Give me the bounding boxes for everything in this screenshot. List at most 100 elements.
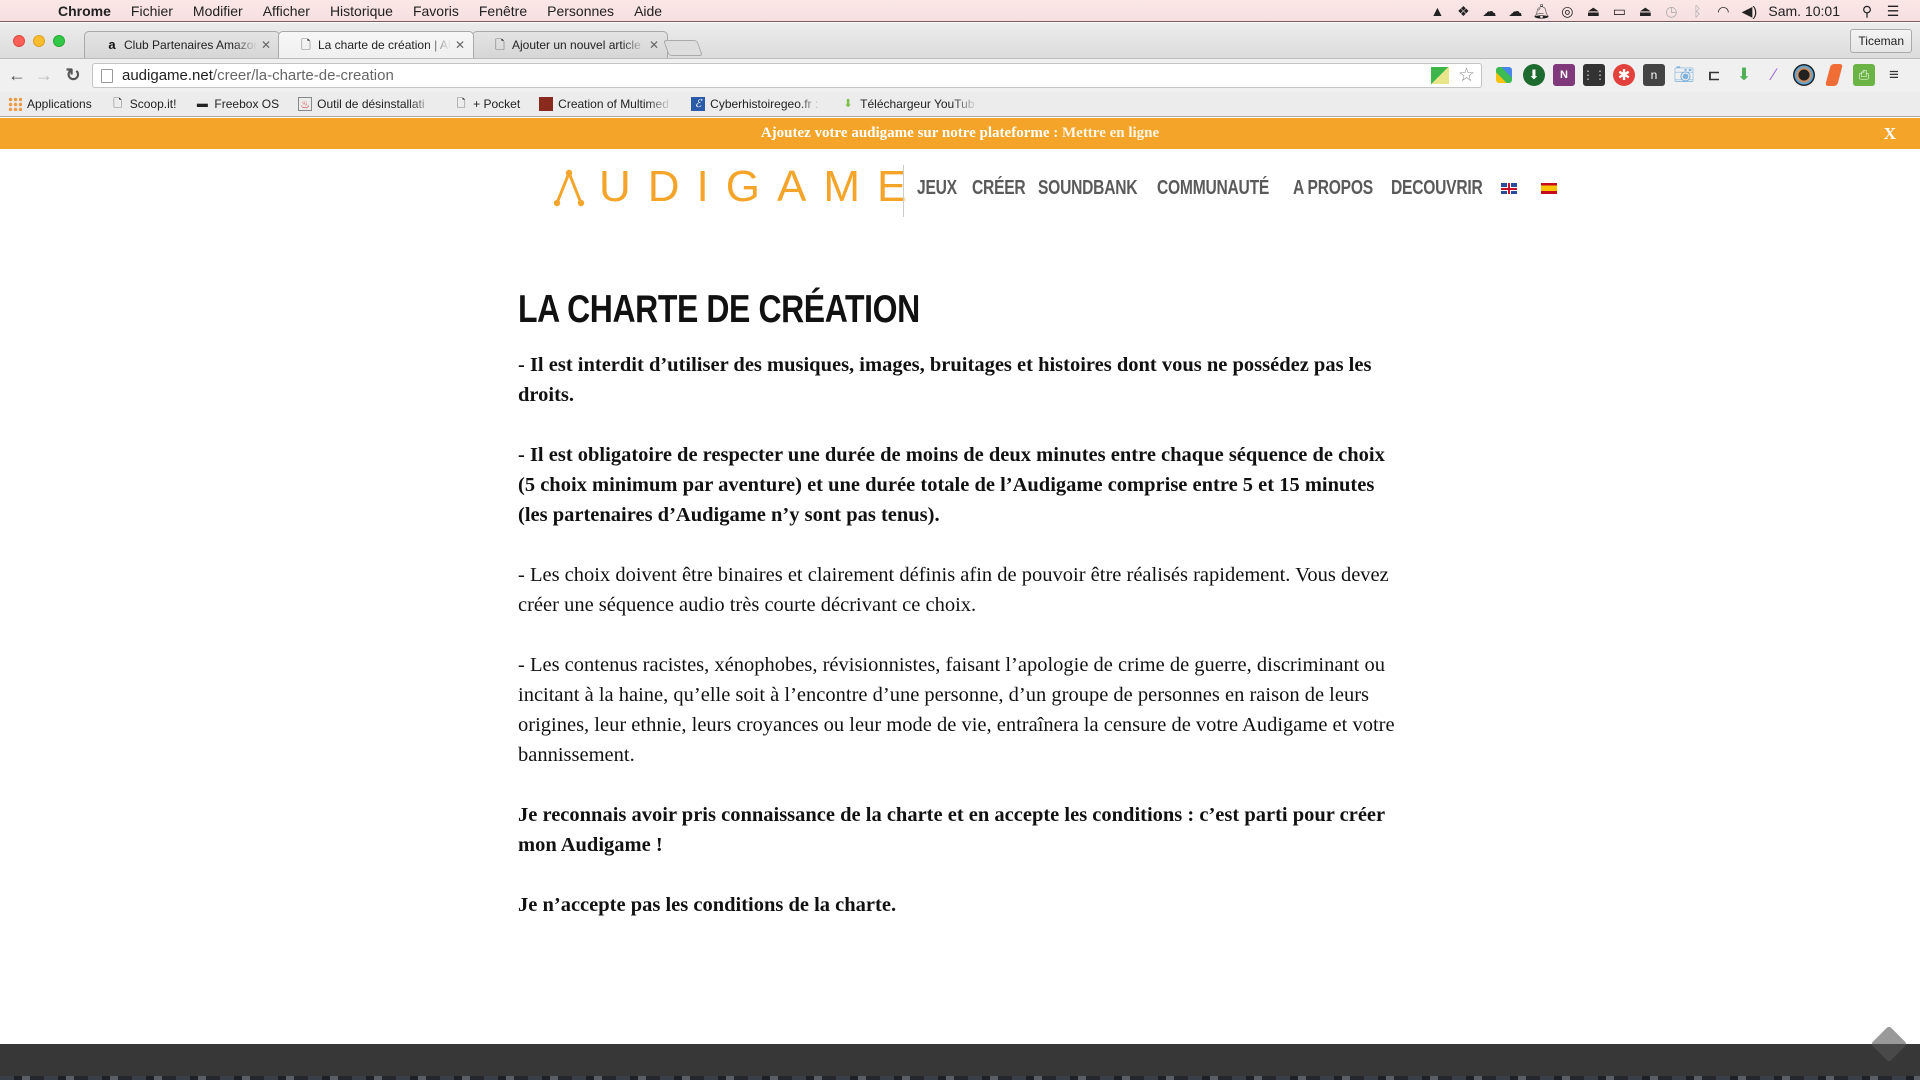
java-icon: ♨: [298, 97, 313, 111]
page-favicon-icon: 🗋︎: [495, 38, 505, 52]
onenote-icon[interactable]: N: [1553, 64, 1575, 86]
promo-upload-link[interactable]: Mettre en ligne: [1062, 125, 1159, 141]
url-domain: audigame.net: [122, 67, 213, 84]
tab-nouvel-article[interactable]: 🗋︎ Ajouter un nouvel article ‹ L ✕: [472, 31, 668, 58]
notifications-bell-icon[interactable]: 🔔︎: [1528, 3, 1554, 20]
volume-icon[interactable]: ◀): [1736, 3, 1762, 20]
arrow-down-green-icon[interactable]: ⬇: [1733, 64, 1755, 86]
spotlight-search-icon[interactable]: ⚲: [1854, 3, 1880, 20]
decline-charter-link[interactable]: Je n’accepte pas les conditions de la ch…: [518, 890, 1403, 920]
promo-banner: Ajoutez votre audigame sur notre platefo…: [0, 118, 1920, 149]
bookmark-outil-desinstallation[interactable]: ♨ Outil de désinstallati: [298, 97, 435, 111]
bookmark-telechargeur-youtube[interactable]: ⬇ Téléchargeur YouTub: [841, 97, 978, 111]
notify-n-icon[interactable]: n: [1643, 64, 1665, 86]
download-arrow-icon: ⬇: [843, 98, 853, 110]
eject-icon[interactable]: ⏏: [1632, 3, 1658, 20]
nav-soundbank[interactable]: SOUNDBANK: [1038, 177, 1138, 200]
download-green-icon[interactable]: ⬇: [1523, 64, 1545, 86]
onedrive-icon[interactable]: ☁: [1502, 3, 1528, 20]
status-area: ▲ ❖ ☁ ☁ 🔔︎ ◎ ⏏ ▭ ⏏ ◷ ᛒ ◠ ◀) Sam. 10:01 ⚲…: [1424, 0, 1906, 22]
tab-close-icon[interactable]: ✕: [455, 38, 465, 52]
header-divider: [903, 165, 904, 217]
bookmark-applications[interactable]: Applications: [8, 97, 92, 111]
menu-personnes[interactable]: Personnes: [547, 3, 614, 19]
site-header: UDIGAME JEUX CRÉER SOUNDBANK COMMUNAUTÉ …: [0, 149, 1920, 229]
menu-fichier[interactable]: Fichier: [131, 3, 173, 19]
rule-forbidden-content: - Les contenus racistes, xénophobes, rév…: [518, 654, 1395, 766]
reload-icon[interactable]: ↻: [63, 65, 83, 86]
google-drive-icon[interactable]: ▲: [1424, 3, 1450, 19]
nav-communaute[interactable]: COMMUNAUTÉ: [1157, 177, 1269, 200]
tab-close-icon[interactable]: ✕: [649, 38, 659, 52]
menubar-clock[interactable]: Sam. 10:01: [1768, 3, 1840, 19]
page-title: LA CHARTE DE CRÉATION: [518, 288, 920, 331]
menu-modifier[interactable]: Modifier: [193, 3, 243, 19]
screen-share-icon[interactable]: ⏏: [1580, 3, 1606, 20]
dropbox-icon[interactable]: ❖: [1450, 3, 1476, 20]
feather-quill-icon[interactable]: ⁄: [1763, 64, 1785, 86]
bookmark-freebox[interactable]: ▬ Freebox OS: [195, 97, 279, 111]
notification-center-icon[interactable]: ☰: [1880, 3, 1906, 20]
close-window-button[interactable]: [13, 35, 25, 47]
audigame-logo[interactable]: UDIGAME: [553, 165, 923, 209]
site-footer: [0, 1044, 1920, 1076]
bookmark-scoopit[interactable]: 🗋︎ Scoop.it!: [111, 97, 176, 111]
airplay-icon[interactable]: ▭: [1606, 3, 1632, 20]
promo-text: Ajoutez votre audigame sur notre platefo…: [760, 125, 1062, 141]
bluetooth-icon[interactable]: ᛒ: [1684, 3, 1710, 19]
logo-text: UDIGAME: [599, 162, 924, 211]
profile-button[interactable]: Ticeman: [1850, 29, 1912, 53]
tab-amazon[interactable]: a Club Partenaires Amazon.fr ✕: [84, 31, 280, 58]
page-icon: 🗋︎: [113, 98, 123, 110]
menu-historique[interactable]: Historique: [330, 3, 393, 19]
bookmark-creation-multimedia[interactable]: Creation of Multimed: [539, 97, 672, 111]
amazon-favicon-icon: a: [108, 37, 116, 52]
page-favicon-icon: 🗋︎: [301, 38, 311, 52]
print-green-icon[interactable]: ⎙: [1853, 64, 1875, 86]
promo-close-button[interactable]: X: [1884, 118, 1896, 149]
menu-fenetre[interactable]: Fenêtre: [479, 3, 527, 19]
bookmark-pocket[interactable]: 🗋︎ + Pocket: [454, 97, 520, 111]
rule-duration: - Il est obligatoire de respecter une du…: [518, 444, 1385, 526]
color-wheel-icon[interactable]: [1793, 64, 1815, 86]
menu-app-chrome[interactable]: Chrome: [58, 3, 111, 19]
browser-toolbar: ← → ↻ audigame.net/creer/la-charte-de-cr…: [0, 58, 1920, 92]
camera-icon[interactable]: 📷︎: [1673, 64, 1695, 86]
asterisk-red-icon[interactable]: ✱: [1613, 64, 1635, 86]
language-english-flag-icon[interactable]: [1501, 183, 1517, 194]
time-machine-icon[interactable]: ◷: [1658, 3, 1684, 20]
accept-charter-link[interactable]: Je reconnais avoir pris connaissance de …: [518, 800, 1403, 860]
tab-title: Ajouter un nouvel article ‹ L: [512, 38, 645, 52]
macos-menubar: Chrome Fichier Modifier Afficher Histori…: [0, 0, 1920, 22]
freebox-icon: ▬: [196, 98, 208, 110]
minimize-window-button[interactable]: [33, 35, 45, 47]
bracket-icon[interactable]: ⊏: [1703, 64, 1725, 86]
tab-charte-creation[interactable]: 🗋︎ La charte de création | AUDIGAME ✕: [278, 31, 474, 58]
address-bar[interactable]: audigame.net/creer/la-charte-de-creation…: [92, 63, 1482, 88]
puzzle-tiles-icon[interactable]: [1496, 67, 1512, 83]
new-tab-button[interactable]: [663, 40, 703, 56]
tab-close-icon[interactable]: ✕: [261, 38, 271, 52]
wifi-icon[interactable]: ◠: [1710, 3, 1736, 20]
omnibox-extension-icon[interactable]: [1431, 67, 1449, 84]
language-spanish-flag-icon[interactable]: [1541, 183, 1557, 194]
nav-creer[interactable]: CRÉER: [972, 177, 1026, 200]
menu-aide[interactable]: Aide: [634, 3, 662, 19]
page-info-icon[interactable]: [101, 68, 113, 83]
nav-a-propos[interactable]: A PROPOS: [1293, 177, 1373, 200]
nav-jeux[interactable]: JEUX: [917, 177, 960, 200]
menu-favoris[interactable]: Favoris: [413, 3, 459, 19]
zoom-window-button[interactable]: [53, 35, 65, 47]
evernote-icon[interactable]: ☁: [1476, 3, 1502, 20]
back-arrow-icon[interactable]: ←: [7, 65, 27, 86]
chrome-menu-icon[interactable]: ≡: [1883, 64, 1905, 86]
forward-arrow-icon[interactable]: →: [34, 65, 54, 86]
creative-cloud-icon[interactable]: ◎: [1554, 3, 1580, 20]
bookmark-cyberhistoiregeo[interactable]: ℰ Cyberhistoiregeo.fr :: [691, 97, 822, 111]
window-controls: [13, 35, 65, 47]
menu-afficher[interactable]: Afficher: [263, 3, 310, 19]
bookmark-star-icon[interactable]: ☆: [1458, 64, 1475, 87]
nav-decouvrir[interactable]: DECOUVRIR: [1391, 177, 1483, 200]
film-strip-icon[interactable]: ⋮⋮: [1582, 64, 1606, 86]
eraser-orange-icon[interactable]: [1825, 64, 1843, 86]
